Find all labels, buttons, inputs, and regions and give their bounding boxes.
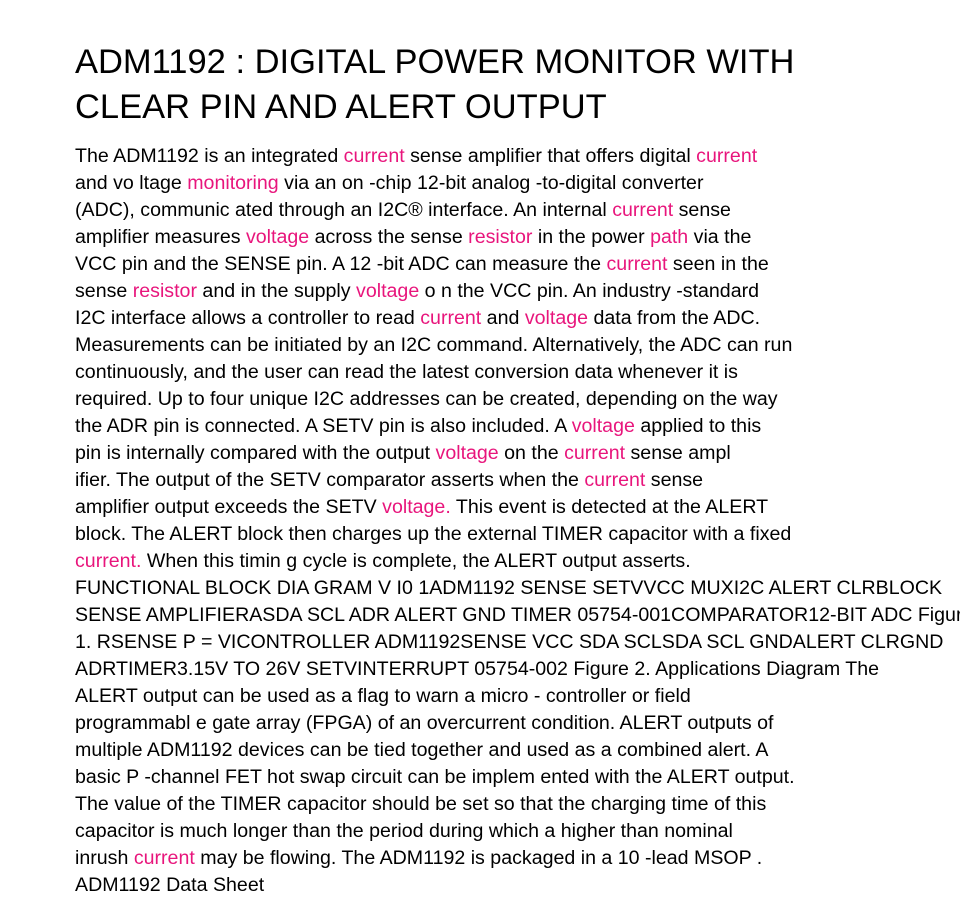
text-line: The value of the TIMER capacitor should …: [75, 791, 960, 818]
text-run: (ADC), communic ated through an I2C® int…: [75, 199, 613, 221]
highlighted-term: current: [606, 253, 668, 275]
text-run: ALERT output can be used as a flag to wa…: [75, 685, 691, 707]
text-line: Measurements can be initiated by an I2C …: [75, 332, 960, 359]
text-line: programmabl e gate array (FPGA) of an ov…: [75, 710, 960, 737]
text-run: programmabl e gate array (FPGA) of an ov…: [75, 712, 774, 734]
text-run: The ADM1192 is an integrated: [75, 145, 344, 167]
highlighted-term: current.: [75, 550, 142, 572]
text-run: data from the ADC.: [588, 307, 761, 329]
highlighted-term: current: [133, 847, 195, 869]
text-line: block. The ALERT block then charges up t…: [75, 521, 960, 548]
text-run: required. Up to four unique I2C addresse…: [75, 388, 778, 410]
highlighted-term: current: [584, 469, 646, 491]
text-run: may be flowing. The ADM1192 is packaged …: [194, 847, 763, 869]
text-line: required. Up to four unique I2C addresse…: [75, 386, 960, 413]
text-run: across the sense: [309, 226, 469, 248]
text-line: I2C interface allows a controller to rea…: [75, 305, 960, 332]
text-run: sense: [75, 280, 133, 302]
text-line: (ADC), communic ated through an I2C® int…: [75, 197, 960, 224]
text-run: o n the VCC pin. An industry -standard: [419, 280, 760, 302]
text-line: ADM1192 Data Sheet: [75, 872, 960, 899]
text-line: inrush current may be flowing. The ADM11…: [75, 845, 960, 872]
text-run: sense amplifier that offers digital: [404, 145, 697, 167]
text-run: ifier. The output of the SETV comparator…: [75, 469, 585, 491]
highlighted-term: resistor: [468, 226, 533, 248]
text-line: VCC pin and the SENSE pin. A 12 -bit ADC…: [75, 251, 960, 278]
highlighted-term: voltage: [435, 442, 499, 464]
highlighted-term: voltage.: [382, 496, 451, 518]
text-run: Measurements can be initiated by an I2C …: [75, 334, 793, 356]
highlighted-term: voltage: [245, 226, 310, 248]
text-run: and in the supply: [196, 280, 357, 302]
text-run: ADM1192 Data Sheet: [75, 874, 265, 896]
highlighted-term: path: [650, 226, 689, 248]
highlighted-term: current: [696, 145, 758, 167]
document-body: The ADM1192 is an integrated current sen…: [75, 143, 960, 899]
highlighted-term: current: [612, 199, 674, 221]
text-run: applied to this: [634, 415, 762, 437]
title-line-2: CLEAR PIN AND ALERT OUTPUT: [75, 88, 607, 126]
text-line: sense resistor and in the supply voltage…: [75, 278, 960, 305]
text-run: and: [481, 307, 525, 329]
document-title: ADM1192 : DIGITAL POWER MONITOR WITH CLE…: [75, 40, 935, 130]
text-line: current. When this timin g cycle is comp…: [75, 548, 960, 575]
text-run: via the: [688, 226, 752, 248]
highlighted-term: current: [343, 145, 405, 167]
text-line: basic P -channel FET hot swap circuit ca…: [75, 764, 960, 791]
text-run: continuously, and the user can read the …: [75, 361, 738, 383]
text-line: continuously, and the user can read the …: [75, 359, 960, 386]
text-line: capacitor is much longer than the period…: [75, 818, 960, 845]
text-line: SENSE AMPLIFIERASDA SCL ADR ALERT GND TI…: [75, 602, 960, 629]
text-run: pin is internally compared with the outp…: [75, 442, 436, 464]
highlighted-term: current: [564, 442, 626, 464]
text-run: in the power: [532, 226, 651, 248]
text-line: the ADR pin is connected. A SETV pin is …: [75, 413, 960, 440]
text-run: block. The ALERT block then charges up t…: [75, 523, 792, 545]
text-run: via an on -chip 12-bit analog -to-digita…: [278, 172, 704, 194]
text-line: amplifier output exceeds the SETV voltag…: [75, 494, 960, 521]
highlighted-term: voltage: [571, 415, 635, 437]
text-run: This event is detected at the ALERT: [450, 496, 769, 518]
text-run: sense: [645, 469, 704, 491]
title-line-1: ADM1192 : DIGITAL POWER MONITOR WITH: [75, 43, 795, 81]
text-run: 1. RSENSE P = VICONTROLLER ADM1192SENSE …: [75, 631, 944, 653]
text-run: amplifier measures: [75, 226, 246, 248]
text-run: amplifier output exceeds the SETV: [75, 496, 383, 518]
text-line: and vo ltage monitoring via an on -chip …: [75, 170, 960, 197]
text-run: capacitor is much longer than the period…: [75, 820, 733, 842]
text-run: on the: [498, 442, 565, 464]
text-run: SENSE AMPLIFIERASDA SCL ADR ALERT GND TI…: [75, 604, 960, 626]
text-run: When this timin g cycle is complete, the…: [141, 550, 691, 572]
text-line: multiple ADM1192 devices can be tied tog…: [75, 737, 960, 764]
text-run: the ADR pin is connected. A SETV pin is …: [75, 415, 572, 437]
text-run: multiple ADM1192 devices can be tied tog…: [75, 739, 769, 761]
text-run: The value of the TIMER capacitor should …: [75, 793, 767, 815]
text-run: seen in the: [667, 253, 769, 275]
text-line: FUNCTIONAL BLOCK DIA GRAM V I0 1ADM1192 …: [75, 575, 960, 602]
text-line: amplifier measures voltage across the se…: [75, 224, 960, 251]
highlighted-term: voltage: [524, 307, 589, 329]
text-line: ifier. The output of the SETV comparator…: [75, 467, 960, 494]
text-run: VCC pin and the SENSE pin. A 12 -bit ADC…: [75, 253, 607, 275]
text-line: pin is internally compared with the outp…: [75, 440, 960, 467]
text-line: 1. RSENSE P = VICONTROLLER ADM1192SENSE …: [75, 629, 960, 656]
text-run: sense: [673, 199, 731, 221]
highlighted-term: current: [420, 307, 482, 329]
text-line: ADRTIMER3.15V TO 26V SETVINTERRUPT 05754…: [75, 656, 960, 683]
highlighted-term: voltage: [356, 280, 420, 302]
text-run: ADRTIMER3.15V TO 26V SETVINTERRUPT 05754…: [75, 658, 880, 680]
highlighted-term: resistor: [132, 280, 197, 302]
text-line: The ADM1192 is an integrated current sen…: [75, 143, 960, 170]
text-run: sense ampl: [625, 442, 731, 464]
text-run: I2C interface allows a controller to rea…: [75, 307, 421, 329]
highlighted-term: monitoring: [187, 172, 279, 194]
text-run: basic P -channel FET hot swap circuit ca…: [75, 766, 795, 788]
text-run: inrush: [75, 847, 134, 869]
text-line: ALERT output can be used as a flag to wa…: [75, 683, 960, 710]
text-run: FUNCTIONAL BLOCK DIA GRAM V I0 1ADM1192 …: [75, 577, 943, 599]
text-run: and vo ltage: [75, 172, 188, 194]
